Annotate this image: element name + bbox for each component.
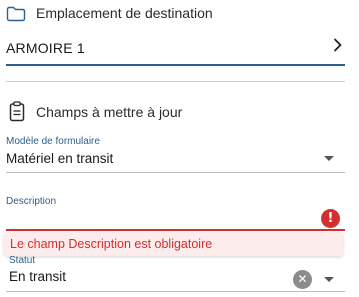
description-error-message: Le champ Description est obligatoire — [10, 237, 213, 251]
status-value: En transit — [9, 269, 67, 284]
destination-selector[interactable]: ARMOIRE 1 — [0, 36, 359, 66]
form-model-value: Matériel en transit — [6, 151, 114, 166]
section-divider — [6, 81, 345, 82]
folder-icon — [6, 6, 26, 22]
description-label: Description — [6, 196, 57, 207]
description-underline-error — [6, 229, 345, 231]
status-label: Statut — [9, 255, 36, 266]
description-input[interactable] — [6, 208, 306, 226]
fields-section-title: Champs à mettre à jour — [36, 104, 183, 120]
destination-value: ARMOIRE 1 — [6, 40, 85, 56]
caret-down-icon[interactable] — [324, 277, 334, 282]
description-error-bubble: Le champ Description est obligatoire — [4, 232, 343, 256]
status-select[interactable]: Statut En transit ✕ — [0, 255, 359, 291]
clipboard-icon — [9, 101, 25, 122]
form-model-select[interactable]: Modèle de formulaire Matériel en transit — [0, 134, 359, 172]
description-field[interactable]: Description ! — [0, 194, 359, 230]
clear-x-icon[interactable]: ✕ — [293, 270, 312, 289]
status-underline — [6, 291, 345, 292]
form-model-underline — [6, 172, 345, 173]
destination-section-title: Emplacement de destination — [36, 5, 213, 21]
caret-down-icon[interactable] — [324, 156, 334, 161]
exclamation-circle-icon: ! — [321, 209, 340, 228]
destination-underline — [6, 64, 345, 66]
form-model-label: Modèle de formulaire — [6, 136, 100, 147]
chevron-right-icon[interactable] — [333, 38, 343, 57]
